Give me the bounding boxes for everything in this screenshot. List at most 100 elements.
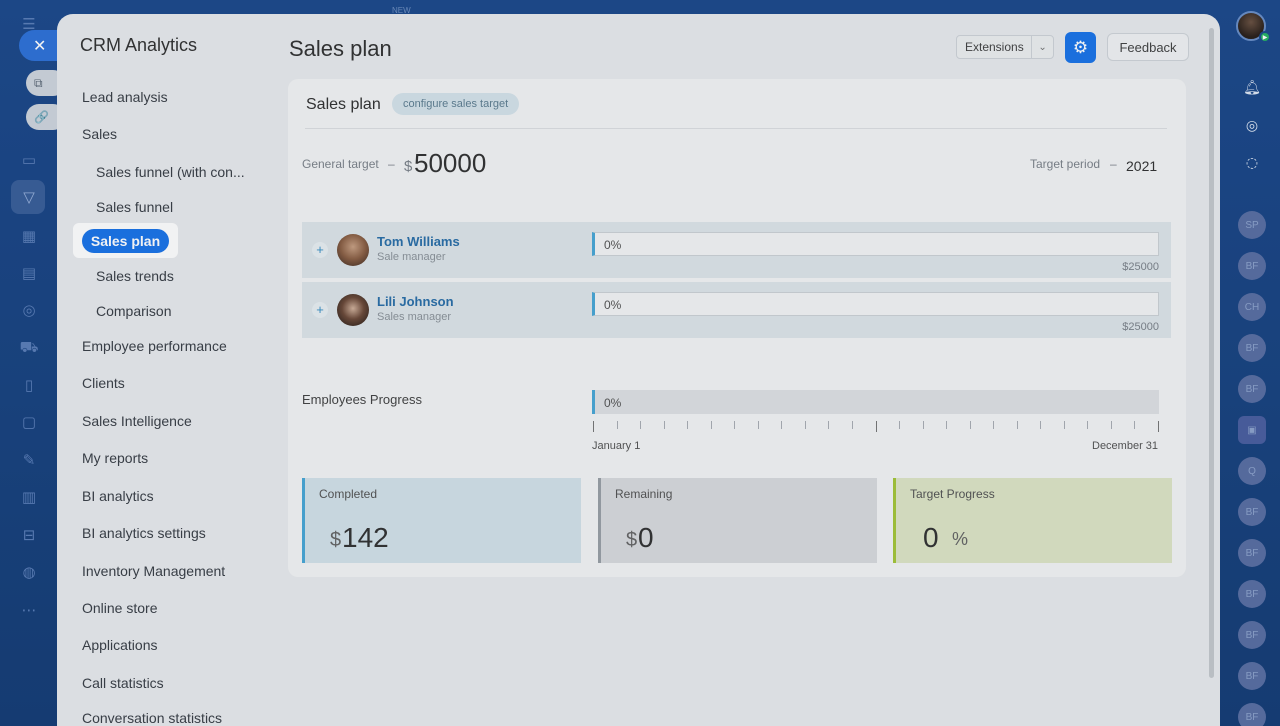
stat-label: Target Progress: [910, 487, 995, 501]
timeline-tick: [781, 421, 782, 429]
employees-progress-label: Employees Progress: [302, 392, 422, 407]
right-toolbar: ▶ 🔔︎ ◎ ◌ SP BF CH BF BF ▣ Q BF BF BF BF …: [1220, 0, 1280, 726]
timeline-tick: [923, 421, 924, 429]
employee-target-amount[interactable]: $25000: [1122, 261, 1159, 273]
nav-item-label: Sales plan: [81, 228, 170, 253]
play-icon: ▶: [1259, 31, 1271, 43]
nav-item-inventory-management[interactable]: Inventory Management: [82, 563, 225, 579]
timeline-tick: [593, 421, 594, 432]
timeline-tick: [1111, 421, 1112, 429]
nav-item-sales-intelligence[interactable]: Sales Intelligence: [82, 413, 192, 429]
completed-stat: Completed $ 142: [302, 478, 581, 563]
employee-name[interactable]: Lili Johnson: [377, 294, 454, 309]
nav-item-online-store[interactable]: Online store: [82, 600, 157, 616]
chat-badge[interactable]: BF: [1238, 334, 1266, 362]
timeline-tick: [852, 421, 853, 429]
nav-item-sales-funnel-with-conversion[interactable]: Sales funnel (with con...: [96, 164, 245, 180]
separator-dash: –: [1110, 157, 1117, 171]
avatar: [337, 294, 369, 326]
stat-label: Completed: [319, 487, 378, 501]
configure-sales-target-button[interactable]: configure sales target: [392, 93, 520, 115]
document-icon[interactable]: ▢: [19, 412, 39, 432]
analytics-sidebar: CRM Analytics Lead analysis Sales Sales …: [57, 14, 279, 726]
globe-icon[interactable]: ◍: [19, 562, 39, 582]
timeline-tick: [711, 421, 712, 429]
document-badge-icon[interactable]: ▣: [1238, 416, 1266, 444]
divider: [305, 128, 1167, 129]
phone-icon[interactable]: ▯: [19, 375, 39, 395]
inbox-icon[interactable]: ⊟: [19, 525, 39, 545]
chat-badge[interactable]: BF: [1238, 252, 1266, 280]
expand-plus-icon[interactable]: +: [312, 302, 328, 318]
nav-item-employee-performance[interactable]: Employee performance: [82, 338, 227, 354]
currency-symbol: $: [330, 529, 342, 551]
chat-badge[interactable]: BF: [1238, 498, 1266, 526]
chart-icon[interactable]: ▥: [19, 487, 39, 507]
employees-progress-bar: 0%: [592, 390, 1159, 414]
chat-badge[interactable]: CH: [1238, 293, 1266, 321]
bell-icon[interactable]: 🔔︎: [1238, 74, 1266, 102]
chat-badge[interactable]: Q: [1238, 457, 1266, 485]
edit-icon[interactable]: ✎: [19, 450, 39, 470]
calendar-icon[interactable]: ▦: [19, 226, 39, 246]
link-icon: 🔗: [34, 110, 49, 124]
nav-item-sales-funnel[interactable]: Sales funnel: [96, 199, 173, 215]
timeline-tick: [993, 421, 994, 429]
nav-item-clients[interactable]: Clients: [82, 375, 125, 391]
feedback-button[interactable]: Feedback: [1107, 33, 1189, 61]
employee-role: Sales manager: [377, 311, 451, 323]
drive-icon[interactable]: ▤: [19, 263, 39, 283]
chat-icon[interactable]: ▭: [19, 150, 39, 170]
close-icon: ✕: [33, 36, 47, 55]
nav-item-bi-analytics[interactable]: BI analytics: [82, 488, 154, 504]
currency-symbol: $: [626, 529, 638, 551]
target-period-label: Target period: [1030, 157, 1101, 171]
chat-badge[interactable]: BF: [1238, 375, 1266, 403]
chat-search-icon[interactable]: ◌: [1238, 149, 1266, 177]
funnel-icon[interactable]: ▽: [19, 187, 39, 207]
app-left-nav: ☰ ✕ ⧉ 🔗 ▭ ▽ ▦ ▤ ◎ ⛟ ▯ ▢ ✎ ▥ ⊟ ◍ ⋯: [0, 0, 79, 726]
general-target-label: General target: [302, 157, 379, 171]
avatar: [337, 234, 369, 266]
chat-badge[interactable]: BF: [1238, 539, 1266, 567]
app-title: CRM Analytics: [80, 35, 198, 55]
cart-icon[interactable]: ⛟: [19, 338, 39, 358]
chat-badge[interactable]: BF: [1238, 703, 1266, 726]
employee-progress-value: 0%: [604, 238, 622, 252]
nav-item-call-statistics[interactable]: Call statistics: [82, 675, 164, 691]
completed-value: 142: [342, 522, 389, 553]
expand-plus-icon[interactable]: +: [312, 242, 328, 258]
employee-target-amount[interactable]: $25000: [1122, 321, 1159, 333]
nav-item-sales[interactable]: Sales: [82, 126, 117, 142]
nav-item-sales-trends[interactable]: Sales trends: [96, 268, 174, 284]
nav-item-sales-plan[interactable]: Sales plan: [73, 223, 178, 258]
employee-row: + Lili Johnson Sales manager 0% $25000: [302, 282, 1171, 338]
chat-badge[interactable]: BF: [1238, 662, 1266, 690]
target-icon[interactable]: ◎: [19, 300, 39, 320]
target-progress-stat: Target Progress 0 %: [893, 478, 1172, 563]
more-icon[interactable]: ⋯: [19, 600, 39, 620]
extensions-dropdown[interactable]: Extensions ⌄: [956, 35, 1054, 59]
employee-name[interactable]: Tom Williams: [377, 234, 460, 249]
nav-item-conversation-statistics[interactable]: Conversation statistics: [82, 710, 222, 726]
percent-sign: %: [952, 529, 969, 549]
nav-item-bi-analytics-settings[interactable]: BI analytics settings: [82, 525, 206, 541]
chat-badge[interactable]: BF: [1238, 580, 1266, 608]
chat-badge[interactable]: SP: [1238, 211, 1266, 239]
employee-progress-value: 0%: [604, 298, 622, 312]
settings-button[interactable]: ⚙: [1065, 32, 1096, 63]
nav-item-lead-analysis[interactable]: Lead analysis: [82, 89, 168, 105]
panel-scrollbar[interactable]: [1209, 28, 1214, 678]
extensions-label: Extensions: [965, 40, 1024, 54]
copilot-icon[interactable]: ◎: [1238, 112, 1266, 140]
chat-badge[interactable]: BF: [1238, 621, 1266, 649]
general-target-value[interactable]: 50000: [414, 148, 486, 179]
timeline-start-label: January 1: [592, 440, 641, 452]
nav-item-applications[interactable]: Applications: [82, 637, 158, 653]
target-period-value[interactable]: 2021: [1126, 158, 1157, 174]
timeline-tick: [1134, 421, 1135, 429]
nav-item-comparison[interactable]: Comparison: [96, 303, 171, 319]
timeline-tick: [687, 421, 688, 429]
nav-item-my-reports[interactable]: My reports: [82, 450, 148, 466]
timeline-tick: [1017, 421, 1018, 429]
